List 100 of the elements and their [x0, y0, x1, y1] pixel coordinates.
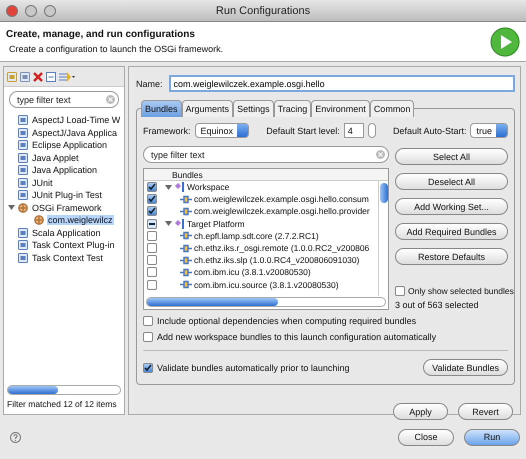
checkbox[interactable] [147, 206, 157, 216]
checkbox[interactable] [143, 332, 153, 342]
name-field[interactable]: com.weiglewilczek.example.osgi.hello [168, 75, 515, 92]
tab[interactable]: Arguments [182, 100, 234, 117]
bundle-item[interactable]: com.weiglewilczek.example.osgi.hello.consum [194, 194, 369, 204]
collapse-all-icon[interactable] [46, 72, 56, 82]
plugin-icon [180, 256, 192, 265]
tree-item[interactable]: OSGi Framework [31, 202, 103, 213]
config-button[interactable]: Revert [458, 403, 513, 420]
start-level-label: Default Start level: [266, 126, 340, 136]
tab[interactable]: Tracing [274, 100, 312, 117]
tab[interactable]: Settings [233, 100, 274, 117]
tree-item[interactable]: Task Context Plug-in [31, 240, 116, 250]
launch-type-icon [18, 128, 28, 138]
checkbox[interactable] [147, 280, 157, 290]
checkmark-icon [144, 364, 152, 372]
bundle-action-button[interactable]: Add Required Bundles [395, 223, 508, 240]
checkbox[interactable] [143, 316, 153, 326]
tab[interactable]: Bundles [141, 100, 182, 117]
expand-arrow-icon[interactable] [165, 184, 172, 191]
checkbox[interactable] [143, 362, 153, 372]
dash-icon [149, 222, 155, 225]
config-button[interactable]: Apply [393, 403, 448, 420]
clear-icon[interactable] [376, 150, 385, 159]
tree-item[interactable]: Eclipse Application [31, 140, 108, 150]
tree-item[interactable]: Java Applet [31, 152, 80, 163]
filter-field[interactable]: type filter text [9, 91, 119, 108]
minimize-window-button[interactable] [25, 4, 37, 16]
plugin-icon [180, 244, 192, 253]
checkbox[interactable] [147, 230, 157, 241]
validate-button[interactable]: Validate Bundles [423, 359, 508, 376]
bundle-group[interactable]: Target Platform [187, 218, 245, 229]
checkbox[interactable] [147, 218, 157, 229]
checkbox-label: Validate bundles automatically prior to launching [157, 362, 350, 372]
launch-type-icon [18, 228, 28, 238]
spinner[interactable] [368, 123, 376, 138]
delete-icon[interactable] [33, 72, 43, 82]
bundle-action-button[interactable]: Select All [395, 148, 508, 165]
tab[interactable]: Common [370, 100, 414, 117]
checkbox[interactable] [147, 194, 157, 204]
bundle-group-icon [174, 218, 185, 229]
checkbox[interactable] [395, 286, 405, 296]
tree-item[interactable]: Scala Application [31, 228, 102, 238]
checkbox[interactable] [147, 182, 157, 192]
horizontal-scrollbar[interactable] [7, 385, 121, 395]
framework-label: Framework: [143, 126, 191, 136]
bundle-item[interactable]: com.ibm.icu.source (3.8.1.v20080530) [194, 280, 339, 290]
tree-item[interactable]: com.weiglewilcz [47, 215, 114, 226]
checkbox[interactable] [147, 243, 157, 254]
globe-icon [18, 202, 28, 213]
expand-arrow-icon[interactable] [8, 204, 15, 212]
tree-item[interactable]: Task Context Test [31, 252, 104, 263]
clear-icon[interactable] [106, 95, 115, 104]
expand-arrow-icon[interactable] [165, 220, 172, 228]
help-icon[interactable] [10, 432, 21, 442]
horizontal-scrollbar[interactable] [146, 297, 386, 307]
bundle-item[interactable]: ch.ethz.iks.slp (1.0.0.RC4_v200806091030) [194, 255, 360, 266]
plugin-icon [180, 268, 192, 277]
bundle-action-button[interactable]: Add Working Set... [395, 198, 508, 215]
zoom-window-button[interactable] [44, 4, 56, 16]
bundle-item[interactable]: ch.epfl.lamp.sdt.core (2.7.2.RC1) [194, 230, 319, 241]
bundle-action-button[interactable]: Restore Defaults [395, 248, 508, 265]
bundle-item[interactable]: com.weiglewilczek.example.osgi.hello.provider [194, 206, 370, 216]
bundle-filter-field[interactable]: type filter text [143, 146, 389, 163]
start-level-field[interactable]: 4 [344, 123, 364, 138]
tab[interactable]: Environment [311, 100, 370, 117]
bundle-item[interactable]: ch.ethz.iks.r_osgi.remote (1.0.0.RC2_v200806 [194, 243, 370, 254]
dialog-button[interactable]: Run [464, 428, 520, 446]
plugin-icon [180, 280, 192, 290]
filter-status: Filter matched 12 of 12 items [7, 399, 117, 410]
column-header[interactable]: Bundles [172, 170, 203, 180]
launch-type-icon [18, 178, 28, 188]
tree-item[interactable]: JUnit [31, 178, 54, 188]
checkbox-label: Add new workspace bundles to this launch configuration automatically [157, 332, 436, 342]
new-configuration-icon[interactable] [7, 72, 17, 82]
tree-item[interactable]: JUnit Plug-in Test [31, 190, 103, 200]
launch-type-icon [18, 115, 28, 126]
window-title: Run Configurations [214, 4, 312, 16]
bundle-action-button[interactable]: Deselect All [395, 173, 508, 190]
launch-type-icon [18, 165, 28, 176]
tree-item[interactable]: AspectJ Load-Time W [31, 115, 122, 126]
tree-item[interactable]: Java Application [31, 165, 98, 176]
duplicate-icon[interactable] [20, 72, 30, 82]
filter-dropdown-icon[interactable] [59, 72, 75, 82]
launch-type-icon [18, 240, 28, 250]
selection-count: 3 out of 563 selected [395, 300, 480, 310]
checkbox[interactable] [147, 255, 157, 266]
globe-icon [34, 215, 44, 226]
header-subtitle: Create a configuration to launch the OSGi framework. [8, 44, 224, 54]
auto-start-dropdown[interactable]: true [470, 123, 508, 138]
plugin-icon [180, 206, 192, 216]
close-window-button[interactable] [6, 4, 18, 16]
bundle-group[interactable]: Workspace [187, 182, 230, 192]
checkbox[interactable] [147, 267, 157, 278]
dialog-button[interactable]: Close [398, 428, 454, 446]
framework-dropdown[interactable]: Equinox [194, 123, 250, 138]
tree-item[interactable]: AspectJ/Java Applica [31, 128, 118, 138]
name-label: Name: [136, 78, 163, 88]
vertical-scrollbar[interactable] [378, 181, 388, 296]
bundle-item[interactable]: com.ibm.icu (3.8.1.v20080530) [194, 267, 311, 278]
